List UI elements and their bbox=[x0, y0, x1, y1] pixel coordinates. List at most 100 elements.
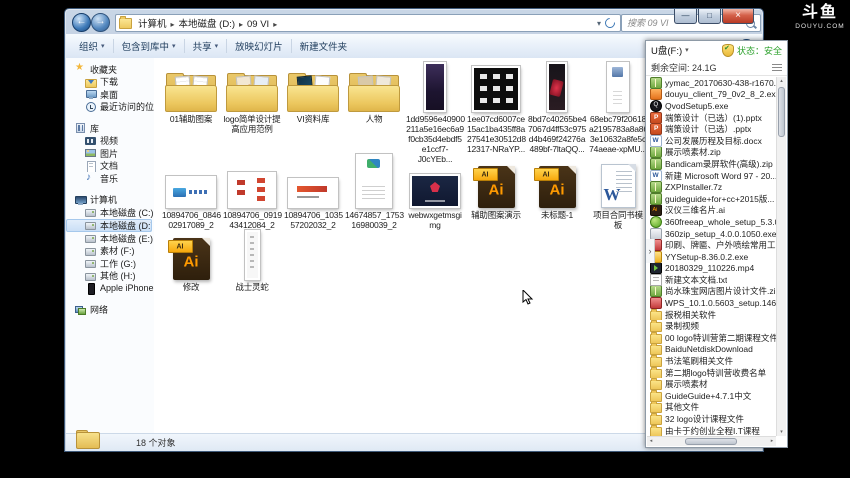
sidebar-item-桌面[interactable]: 桌面 bbox=[66, 88, 154, 101]
sidebar-item-网络[interactable]: 网络 bbox=[66, 304, 154, 317]
breadcrumb-segment[interactable]: 计算机 bbox=[135, 19, 170, 30]
file-item[interactable]: 修改 bbox=[162, 234, 220, 292]
toolbar-item[interactable]: 共享▾ bbox=[186, 37, 226, 55]
file-item[interactable]: 人物 bbox=[345, 60, 403, 124]
back-button[interactable]: ← bbox=[72, 13, 91, 32]
usb-file-item[interactable]: 360zip_setup_4.0.0.1050.exe bbox=[648, 228, 776, 240]
usb-drive-title[interactable]: U盘(F:) bbox=[651, 43, 682, 57]
usb-file-item[interactable]: 尚水珠宝网店图片设计文件.zip bbox=[648, 286, 776, 298]
usb-file-item[interactable]: 汉仪三维名片.ai bbox=[648, 205, 776, 217]
usb-file-item[interactable]: 新建 Microsoft Word 97 - 20... bbox=[648, 170, 776, 182]
horizontal-scrollbar[interactable]: ◂ ▸ bbox=[647, 436, 776, 446]
file-item[interactable]: 68ebc79f20618 a2195783a8a86 3e10632a8fe5… bbox=[589, 60, 647, 154]
sidebar-item-本地磁盘 (C:)[interactable]: 本地磁盘 (C:) bbox=[66, 206, 154, 219]
file-item[interactable]: 1ee07cd6007ce 15ac1ba435ff8a 27541e30512… bbox=[467, 60, 525, 154]
forward-button[interactable]: → bbox=[91, 13, 110, 32]
sidebar-item-本地磁盘 (E:)[interactable]: 本地磁盘 (E:) bbox=[66, 232, 154, 245]
usb-file-item[interactable]: yymac_20170630-438-r1670... bbox=[648, 77, 776, 89]
file-item[interactable]: webwxgetmsgi mg bbox=[406, 158, 464, 230]
usb-file-item[interactable]: 00 logo特训营第二期课程文件 bbox=[648, 332, 776, 344]
usb-file-item[interactable]: 由卡于约创业全程I.T课程 bbox=[648, 425, 776, 436]
usb-file-item[interactable]: 书法笔刷相关文件 bbox=[648, 355, 776, 367]
sidebar-item-文档[interactable]: 文档 bbox=[66, 160, 154, 173]
usb-file-item[interactable]: 展示喷素材.zip bbox=[648, 147, 776, 159]
usb-file-item[interactable]: 公司发展历程及目标.docx bbox=[648, 135, 776, 147]
file-item[interactable]: VI资料库 bbox=[284, 60, 342, 124]
usb-status-label: 状态：安全 bbox=[737, 44, 782, 57]
usb-file-name: BaiduNetdiskDownload bbox=[665, 344, 753, 354]
close-button[interactable]: × bbox=[722, 9, 754, 24]
scroll-right-icon[interactable]: ▸ bbox=[768, 437, 776, 446]
usb-file-item[interactable]: guideguide+for+cc+2015版... bbox=[648, 193, 776, 205]
sidebar-item-视频[interactable]: 视频 bbox=[66, 135, 154, 148]
file-item[interactable]: 辅助图案演示 bbox=[467, 158, 525, 220]
scrollbar-thumb[interactable] bbox=[778, 87, 785, 137]
chevron-down-icon[interactable]: ▾ bbox=[685, 46, 689, 54]
usb-file-item[interactable]: 录制视频 bbox=[648, 320, 776, 332]
usb-file-item[interactable]: 报税相关软件 bbox=[648, 309, 776, 321]
refresh-icon[interactable] bbox=[603, 16, 617, 30]
usb-file-item[interactable]: 端策设计（已选）(1).pptx bbox=[648, 112, 776, 124]
usb-file-item[interactable]: 第二期logo特训营收费名单 bbox=[648, 367, 776, 379]
scrollbar-thumb[interactable] bbox=[685, 438, 737, 445]
scroll-left-icon[interactable]: ◂ bbox=[647, 437, 655, 446]
sidebar-item-label: 下载 bbox=[100, 76, 118, 89]
address-bar[interactable]: 计算机▸本地磁盘 (D:)▸09 VI▸ ▾ bbox=[115, 14, 621, 32]
sidebar-item-其他 (H:)[interactable]: 其他 (H:) bbox=[66, 270, 154, 283]
toolbar-item[interactable]: 包含到库中▾ bbox=[115, 37, 183, 55]
image-thumbnail bbox=[547, 62, 567, 112]
usb-file-item[interactable]: 20180329_110226.mp4 bbox=[648, 263, 776, 275]
toolbar-item[interactable]: 放映幻灯片 bbox=[228, 37, 290, 55]
panel-collapse-arrow[interactable]: › bbox=[646, 239, 655, 263]
usb-file-item[interactable]: WPS_10.1.0.5603_setup.1468... bbox=[648, 297, 776, 309]
scroll-down-icon[interactable]: ▾ bbox=[777, 428, 786, 436]
sidebar-item-素材 (F:)[interactable]: 素材 (F:) bbox=[66, 245, 154, 258]
sidebar-item-最近访问的位置[interactable]: 最近访问的位置 bbox=[66, 101, 154, 114]
scroll-up-icon[interactable]: ▴ bbox=[777, 77, 786, 85]
file-item[interactable]: logo简单设计提 高应用范例 bbox=[223, 60, 281, 134]
usb-file-item[interactable]: 360freeap_whole_setup_5.3.0... bbox=[648, 216, 776, 228]
file-item[interactable]: 10894706_0846 02917089_2 bbox=[162, 158, 220, 230]
toolbar-item[interactable]: 组织▾ bbox=[72, 37, 112, 55]
sidebar-item-本地磁盘 (D:)[interactable]: 本地磁盘 (D:) bbox=[66, 219, 152, 233]
file-item[interactable]: 14674857_1753 16980039_2 bbox=[345, 158, 403, 230]
sidebar-item-下载[interactable]: 下载 bbox=[66, 76, 154, 89]
usb-file-item[interactable]: Bandicam录屏软件(高级).zip bbox=[648, 158, 776, 170]
usb-file-item[interactable]: QvodSetup5.exe bbox=[648, 100, 776, 112]
usb-file-item[interactable]: 印刷、牌匾、户外喷绘常用工艺... bbox=[648, 239, 776, 251]
file-item[interactable]: 未标题-1 bbox=[528, 158, 586, 220]
toolbar-item[interactable]: 新建文件夹 bbox=[293, 37, 355, 55]
file-item[interactable]: 1dd9596e40900 211a5e16ec6a9 f0cb35d4ebdf… bbox=[406, 60, 464, 164]
sidebar-item-库[interactable]: 库 bbox=[66, 122, 154, 135]
file-item[interactable]: 10894706_0919 43412084_2 bbox=[223, 158, 281, 230]
usb-file-item[interactable]: douyu_client_79_0v2_8_2.exe bbox=[648, 89, 776, 101]
sidebar-item-音乐[interactable]: 音乐 bbox=[66, 172, 154, 185]
file-item[interactable]: 8bd7c40265be4 7067d4ff53c975 d4b469f2427… bbox=[528, 60, 586, 154]
usb-file-item[interactable]: 32 logo设计课程文件 bbox=[648, 413, 776, 425]
sidebar-item-图片[interactable]: 图片 bbox=[66, 147, 154, 160]
breadcrumb-segment[interactable]: 本地磁盘 (D:) bbox=[176, 19, 238, 30]
word-file-icon bbox=[650, 170, 662, 182]
usb-file-item[interactable]: YYSetup-8.36.0.2.exe bbox=[648, 251, 776, 263]
file-item[interactable]: 项目合同书模板 bbox=[589, 158, 647, 230]
file-item[interactable]: 战士灵蛇 bbox=[223, 234, 281, 292]
breadcrumb-segment[interactable]: 09 VI bbox=[244, 19, 272, 30]
maximize-button[interactable]: □ bbox=[698, 9, 721, 24]
usb-file-item[interactable]: 端策设计（已选）.pptx bbox=[648, 123, 776, 135]
minimize-button[interactable]: — bbox=[674, 9, 697, 24]
usb-file-item[interactable]: ZXPInstaller.7z bbox=[648, 181, 776, 193]
usb-file-item[interactable]: 展示喷素材 bbox=[648, 378, 776, 390]
usb-file-item[interactable]: 其他文件 bbox=[648, 402, 776, 414]
sidebar-item-计算机[interactable]: 计算机 bbox=[66, 194, 154, 207]
file-item[interactable]: 10894706_1035 57202032_2 bbox=[284, 158, 342, 230]
usb-file-item[interactable]: BaiduNetdiskDownload bbox=[648, 344, 776, 356]
usb-file-item[interactable]: GuideGuide+4.7.1中文 bbox=[648, 390, 776, 402]
sidebar-item-工作 (G:)[interactable]: 工作 (G:) bbox=[66, 257, 154, 270]
vertical-scrollbar[interactable]: ▴ ▾ bbox=[776, 77, 786, 436]
usb-file-item[interactable]: 新建文本文档.txt bbox=[648, 274, 776, 286]
sidebar-item-收藏夹[interactable]: 收藏夹 bbox=[66, 63, 154, 76]
menu-icon[interactable] bbox=[772, 64, 782, 71]
address-dropdown-icon[interactable]: ▾ bbox=[597, 19, 601, 28]
file-item[interactable]: 01辅助图案 bbox=[162, 60, 220, 124]
sidebar-item-Apple iPhone[interactable]: Apple iPhone bbox=[66, 282, 154, 295]
